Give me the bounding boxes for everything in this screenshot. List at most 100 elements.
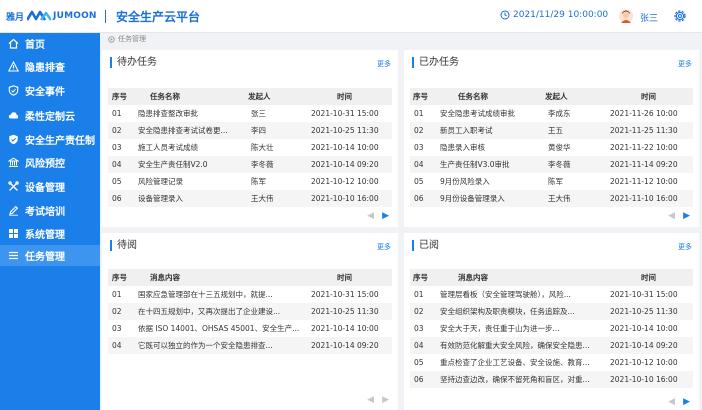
home-icon — [8, 38, 19, 49]
table-row[interactable]: 03 依据 ISO 14001、OHSAS 45001、安全生产... 2021… — [108, 320, 392, 337]
table-row[interactable]: 02 安全组织架构及职责模块，任务追踪及... 2021-10-25 11:30 — [410, 303, 693, 320]
cell-content: 坚持边查边改，确保不留死角和盲区，对重... — [440, 375, 590, 384]
sidebar-item-label: 柔性定制云 — [25, 112, 75, 123]
table-row[interactable]: 01 国家应急管理部在十三五规划中，就提... 2021-10-31 15:00 — [108, 286, 392, 303]
cell-name: 新员工入职考试 — [440, 126, 493, 135]
prev-page-icon[interactable]: ◀ — [367, 212, 374, 221]
sidebar-item-safety-events[interactable]: 安全事件 — [0, 80, 100, 101]
next-page-icon[interactable]: ▶ — [683, 398, 690, 407]
cell-initiator: 陈军 — [251, 177, 266, 186]
sidebar-item-equipment[interactable]: 设备管理 — [0, 176, 100, 197]
panel-title: 已办任务 — [412, 57, 459, 68]
table-row[interactable]: 02 安全隐患排查考试试卷更... 李四 2021-10-25 11:30 — [108, 122, 392, 139]
cell-content: 国家应急管理部在十三五规划中，就提... — [138, 290, 273, 299]
table-row[interactable]: 04 它既可以独立的作为一个安全隐患排查... 2021-10-14 09:20 — [108, 337, 392, 354]
sidebar-item-label: 风险预控 — [25, 159, 65, 170]
panel-title: 待办任务 — [110, 57, 157, 68]
cell-initiator: 王大伟 — [251, 194, 274, 203]
more-link[interactable]: 更多 — [678, 242, 692, 252]
cell-initiator: 黄俊华 — [548, 143, 571, 152]
prev-page-icon[interactable]: ◀ — [367, 396, 374, 405]
sidebar-item-home[interactable]: 首页 — [0, 33, 100, 54]
cell-initiator: 张三 — [251, 109, 266, 118]
table-row[interactable]: 06 设备管理录入 王大伟 2021-10-10 16:00 — [108, 190, 392, 207]
table-row[interactable]: 01 隐患排查整改审批 张三 2021-10-31 15:00 — [108, 105, 392, 122]
cell-name: 施工人员考试成绩 — [138, 143, 198, 152]
cell-time: 2021-10-10 16:00 — [311, 194, 379, 203]
cell-time: 2021-10-25 11:30 — [610, 307, 678, 316]
pending-read-panel: 待阅 更多 序号 消息内容 时间 01 国家应急管理部在十三五规划中，就提...… — [102, 233, 398, 410]
table-row[interactable]: 05 风险管理记录 陈军 2021-10-12 10:00 — [108, 173, 392, 190]
bank-icon — [8, 157, 19, 167]
settings-gear-icon[interactable] — [673, 9, 687, 23]
table-row[interactable]: 06 坚持边查边改，确保不留死角和盲区，对重... 2021-10-10 16:… — [410, 371, 693, 388]
table-row[interactable]: 01 安全隐患考试成绩审批 李成东 2021-11-26 10:00 — [410, 105, 693, 122]
cell-no: 02 — [112, 126, 122, 135]
table-row[interactable]: 02 在十四五规划中，又再次提出了企业建设... 2021-10-25 11:3… — [108, 303, 392, 320]
more-link[interactable]: 更多 — [377, 59, 391, 69]
cell-time: 2021-10-31 15:00 — [311, 109, 379, 118]
read-panel: 已阅 更多 序号 消息内容 时间 01 管理层看板（安全管理驾驶舱），风险...… — [404, 233, 699, 410]
cell-no: 01 — [414, 109, 424, 118]
sidebar-item-exam-training[interactable]: 考试培训 — [0, 200, 100, 221]
cell-time: 2021-10-14 09:20 — [311, 341, 379, 350]
cell-name: 安全生产责任制V2.0 — [138, 160, 208, 169]
username[interactable]: 张三 — [640, 11, 658, 24]
breadcrumb-current[interactable]: 任务管理 — [118, 34, 146, 44]
col-header-time: 时间 — [337, 92, 352, 101]
cell-time: 2021-11-25 11:30 — [610, 126, 678, 135]
table-row[interactable]: 04 生产责任制V3.0审批 李冬薇 2021-11-14 09:20 — [410, 156, 693, 173]
top-header: 雅月 JUMOON 安全生产云平台 2021/11/29 10:00:00 张三 — [0, 0, 702, 33]
cell-no: 04 — [112, 341, 122, 350]
col-header-time: 时间 — [337, 273, 352, 282]
table-row[interactable]: 03 施工人员考试成绩 陈大壮 2021-10-14 10:00 — [108, 139, 392, 156]
table-row[interactable]: 03 安全大于天，责任重于山为进一步... 2021-10-14 10:00 — [410, 320, 693, 337]
prev-page-icon[interactable]: ◀ — [668, 398, 675, 407]
sidebar-item-label: 设备管理 — [25, 183, 65, 194]
brand-logo[interactable]: 雅月 JUMOON — [6, 9, 97, 23]
cell-no: 05 — [112, 177, 122, 186]
sidebar-item-label: 系统管理 — [25, 230, 65, 241]
col-header-time: 时间 — [641, 92, 656, 101]
table-row[interactable]: 05 9月份风险录入 陈军 2021-11-12 10:00 — [410, 173, 693, 190]
table-row[interactable]: 04 安全生产责任制V2.0 李冬薇 2021-10-14 09:20 — [108, 156, 392, 173]
sidebar-item-system[interactable]: 系统管理 — [0, 223, 100, 244]
sidebar-item-flex-cloud[interactable]: 柔性定制云 — [0, 105, 100, 126]
col-header-initiator: 发起人 — [248, 92, 271, 101]
cell-name: 安全隐患排查考试试卷更... — [138, 126, 228, 135]
pen-icon — [9, 205, 19, 216]
todo-tasks-panel: 待办任务 更多 序号 任务名称 发起人 时间 01 隐患排查整改审批 张三 20… — [102, 50, 398, 227]
col-header-no: 序号 — [413, 92, 428, 101]
next-page-icon[interactable]: ▶ — [382, 396, 389, 405]
cell-initiator: 李四 — [251, 126, 266, 135]
sidebar-item-label: 首页 — [25, 40, 45, 51]
cell-name: 9月份风险录入 — [440, 177, 490, 186]
cell-initiator: 陈军 — [548, 177, 563, 186]
cell-initiator: 李冬薇 — [548, 160, 571, 169]
sidebar-item-hazard-check[interactable]: 隐患排查 — [0, 56, 100, 77]
table-row[interactable]: 05 重点检查了企业工艺设备、安全设施、教育... 2021-10-12 10:… — [410, 354, 693, 371]
more-link[interactable]: 更多 — [678, 59, 692, 69]
sidebar-item-task-management[interactable]: 任务管理 — [0, 245, 100, 266]
table-row[interactable]: 06 9月份设备管理录入 王大伟 2021-11-10 16:00 — [410, 190, 693, 207]
cell-name: 安全隐患考试成绩审批 — [440, 109, 515, 118]
grid-icon — [9, 229, 18, 238]
table-row[interactable]: 02 新员工入职考试 王五 2021-11-25 11:30 — [410, 122, 693, 139]
cell-time: 2021-10-25 11:30 — [311, 126, 379, 135]
cell-time: 2021-10-14 10:00 — [311, 143, 379, 152]
prev-page-icon[interactable]: ◀ — [668, 212, 675, 221]
table-row[interactable]: 01 管理层看板（安全管理驾驶舱），风险... 2021-10-31 15:00 — [410, 286, 693, 303]
col-header-name: 任务名称 — [458, 92, 488, 101]
sidebar-item-responsibility[interactable]: 安全生产责任制 — [0, 129, 100, 150]
next-page-icon[interactable]: ▶ — [683, 212, 690, 221]
user-avatar-icon[interactable] — [619, 9, 633, 23]
table-row[interactable]: 04 有效防范化解重大安全风险，确保安全隐患... 2021-10-14 09:… — [410, 337, 693, 354]
cell-no: 02 — [112, 307, 122, 316]
table-row[interactable]: 03 隐患录入审核 黄俊华 2021-11-22 10:00 — [410, 139, 693, 156]
cell-no: 04 — [112, 160, 122, 169]
sidebar-item-label: 隐患排查 — [25, 63, 65, 74]
next-page-icon[interactable]: ▶ — [382, 212, 389, 221]
cell-no: 02 — [414, 307, 424, 316]
more-link[interactable]: 更多 — [377, 242, 391, 252]
sidebar-item-risk-control[interactable]: 风险预控 — [0, 152, 100, 173]
